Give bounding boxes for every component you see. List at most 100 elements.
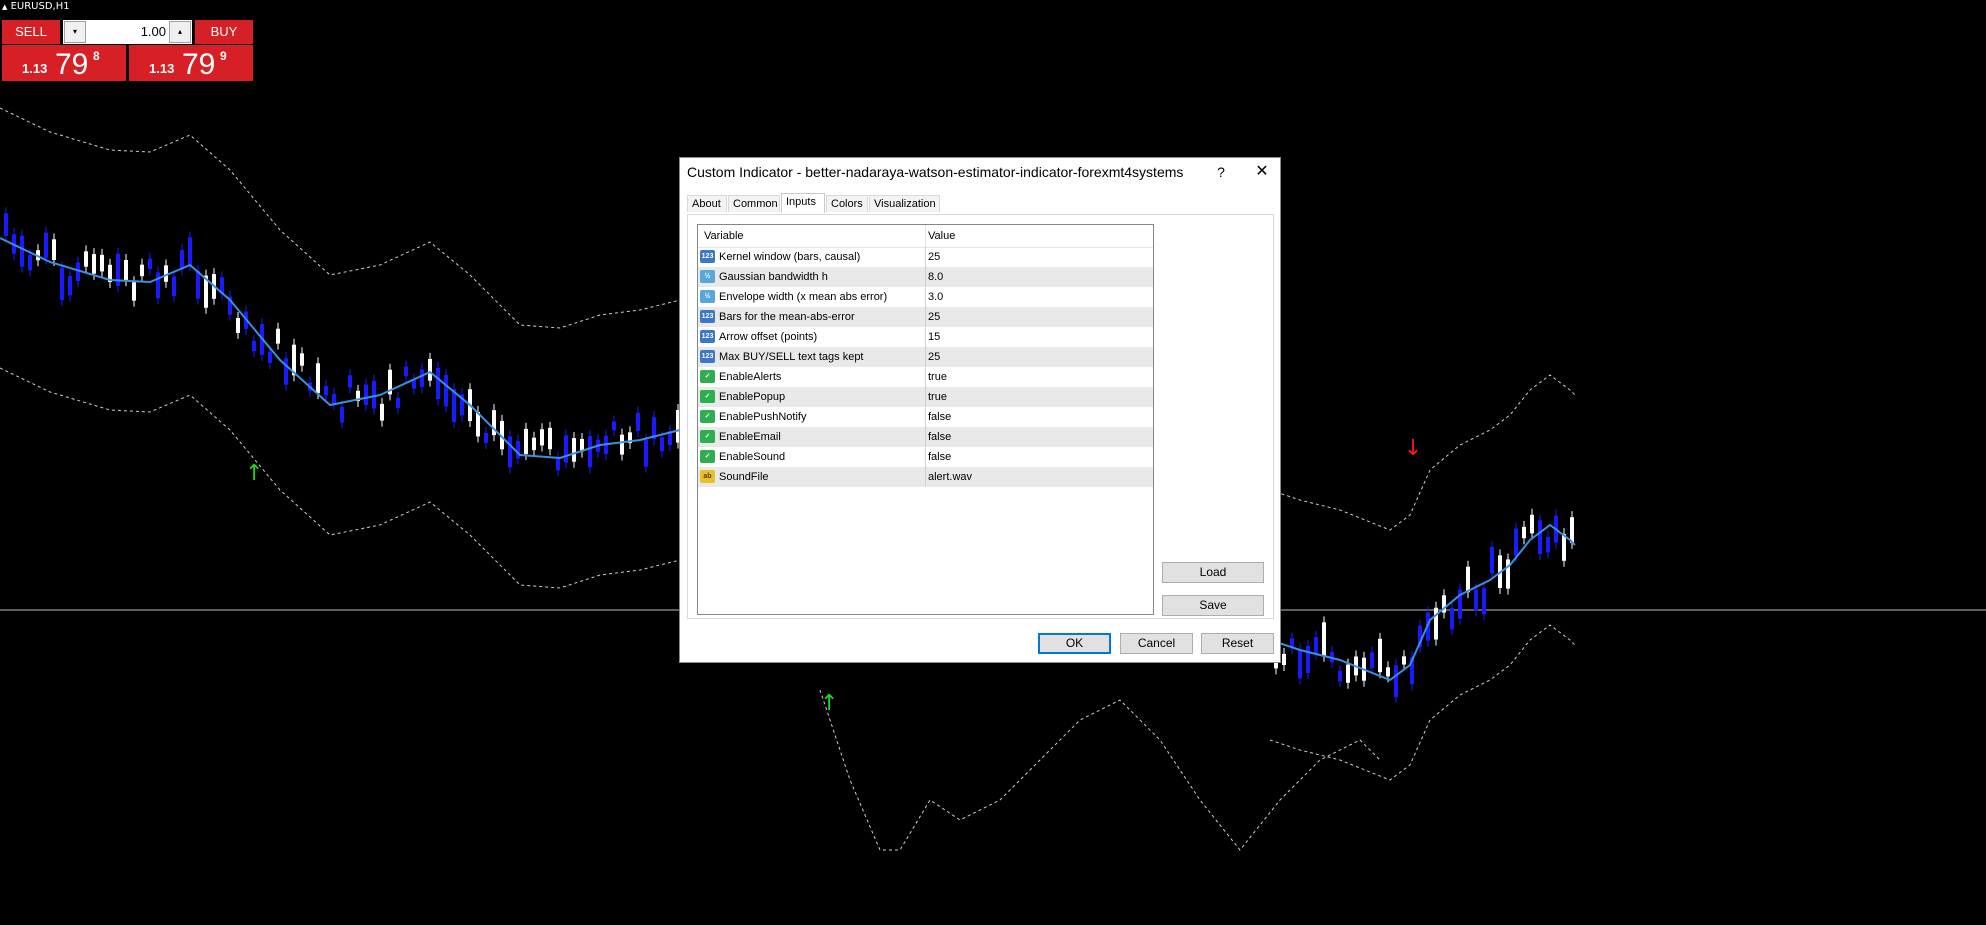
bool-type-icon: ✓ — [700, 450, 715, 463]
candle-body — [20, 235, 24, 267]
upper-envelope-line — [0, 107, 681, 329]
candle-body — [420, 369, 424, 388]
candle-body — [92, 254, 96, 274]
bool-type-icon: ✓ — [700, 370, 715, 383]
candle-body — [444, 374, 448, 407]
candle-body — [268, 351, 272, 363]
candle-body — [548, 427, 552, 450]
input-value-cell[interactable]: 8.0 — [928, 271, 943, 283]
inputs-grid[interactable]: Variable Value 123 Kernel window (bars, c… — [697, 224, 1154, 615]
input-row[interactable]: 123 Bars for the mean-abs-error 25 — [698, 307, 1153, 327]
input-value-cell[interactable]: true — [928, 371, 947, 383]
input-value-cell[interactable]: true — [928, 391, 947, 403]
candle-body — [300, 353, 304, 366]
input-row[interactable]: 123 Max BUY/SELL text tags kept 25 — [698, 347, 1153, 367]
candle-body — [588, 436, 592, 468]
candle-body — [44, 232, 48, 259]
cell-divider — [925, 387, 926, 407]
input-row[interactable]: ✓ EnableEmail false — [698, 427, 1153, 447]
input-row[interactable]: 123 Kernel window (bars, causal) 25 — [698, 247, 1153, 267]
input-variable-name: Gaussian bandwidth h — [719, 271, 828, 283]
input-variable-name: EnablePushNotify — [719, 411, 807, 423]
candle-body — [404, 366, 408, 377]
close-icon[interactable]: ✕ — [1250, 161, 1274, 183]
input-row[interactable]: ✓ EnablePopup true — [698, 387, 1153, 407]
input-row[interactable]: ✓ EnableSound false — [698, 447, 1153, 467]
tab-common[interactable]: Common — [728, 195, 780, 212]
input-row[interactable]: 123 Arrow offset (points) 15 — [698, 327, 1153, 347]
candle-body — [364, 384, 368, 406]
sell-button[interactable]: SELL — [2, 20, 60, 44]
input-row[interactable]: ab SoundFile alert.wav — [698, 467, 1153, 487]
input-value-cell[interactable]: false — [928, 431, 951, 443]
cell-divider — [925, 427, 926, 447]
input-row[interactable]: ½ Envelope width (x mean abs error) 3.0 — [698, 287, 1153, 307]
tab-colors[interactable]: Colors — [826, 195, 868, 212]
tab-visualization[interactable]: Visualization — [869, 195, 940, 212]
input-value-cell[interactable]: false — [928, 411, 951, 423]
ok-button[interactable]: OK — [1038, 633, 1111, 654]
bool-type-icon: ✓ — [700, 410, 715, 423]
candle-body — [1570, 517, 1574, 543]
candle-body — [1538, 520, 1542, 555]
lot-size-input[interactable]: 1.00 — [87, 20, 168, 44]
input-variable-name: Arrow offset (points) — [719, 331, 818, 343]
candle-body — [1322, 622, 1326, 656]
input-row[interactable]: ✓ EnablePushNotify false — [698, 407, 1153, 427]
input-value-cell[interactable]: 3.0 — [928, 291, 943, 303]
cell-divider — [925, 327, 926, 347]
input-value-cell[interactable]: 15 — [928, 331, 940, 343]
input-variable-name: EnableSound — [719, 451, 786, 463]
candle-body — [132, 282, 136, 301]
lot-decrease-button[interactable]: ▾ — [64, 21, 86, 43]
candle-body — [436, 367, 440, 400]
input-value-cell[interactable]: 25 — [928, 311, 940, 323]
ask-price-pips: 79 — [182, 48, 216, 81]
candle-body — [1466, 566, 1470, 593]
candle-body — [284, 358, 288, 385]
input-value-cell[interactable]: alert.wav — [928, 471, 972, 483]
help-icon[interactable]: ? — [1210, 161, 1232, 183]
input-row[interactable]: ✓ EnableAlerts true — [698, 367, 1153, 387]
reset-button[interactable]: Reset — [1201, 633, 1274, 654]
candle-body — [156, 272, 160, 299]
input-variable-name: EnableAlerts — [719, 371, 782, 383]
column-divider[interactable] — [925, 225, 926, 247]
cell-divider — [925, 347, 926, 367]
candle-body — [396, 397, 400, 408]
ask-price-fraction: 9 — [220, 49, 227, 63]
candle-body — [124, 260, 128, 281]
buy-button[interactable]: BUY — [195, 20, 253, 44]
column-header-value[interactable]: Value — [928, 230, 955, 242]
candle-body — [332, 393, 336, 404]
bid-price-button[interactable]: 1.13 79 8 — [2, 45, 126, 81]
ask-price-button[interactable]: 1.13 79 9 — [129, 45, 253, 81]
input-value-cell[interactable]: false — [928, 451, 951, 463]
grid-header: Variable Value — [698, 225, 1153, 248]
candle-body — [484, 432, 488, 443]
tab-inputs[interactable]: Inputs — [781, 193, 825, 213]
lot-increase-button[interactable]: ▴ — [169, 21, 191, 43]
candle-body — [52, 239, 56, 260]
candle-body — [644, 439, 648, 467]
ask-price-big: 1.13 — [149, 61, 175, 76]
column-header-variable[interactable]: Variable — [704, 230, 744, 242]
candle-body — [84, 251, 88, 267]
candle-body — [1386, 667, 1390, 677]
upper-envelope-line — [1269, 374, 1576, 531]
candle-body — [4, 213, 8, 236]
candle-body — [556, 457, 560, 471]
candle-body — [1506, 559, 1510, 589]
cancel-button[interactable]: Cancel — [1120, 633, 1193, 654]
candle-body — [564, 435, 568, 463]
save-button[interactable]: Save — [1162, 595, 1264, 616]
tab-about[interactable]: About — [687, 195, 727, 212]
input-value-cell[interactable]: 25 — [928, 351, 940, 363]
cell-divider — [925, 247, 926, 267]
load-button[interactable]: Load — [1162, 562, 1264, 583]
candle-body — [540, 429, 544, 446]
candle-body — [612, 421, 616, 431]
input-row[interactable]: ½ Gaussian bandwidth h 8.0 — [698, 267, 1153, 287]
lot-size-box: ▾ 1.00 ▴ — [63, 20, 192, 44]
input-value-cell[interactable]: 25 — [928, 251, 940, 263]
